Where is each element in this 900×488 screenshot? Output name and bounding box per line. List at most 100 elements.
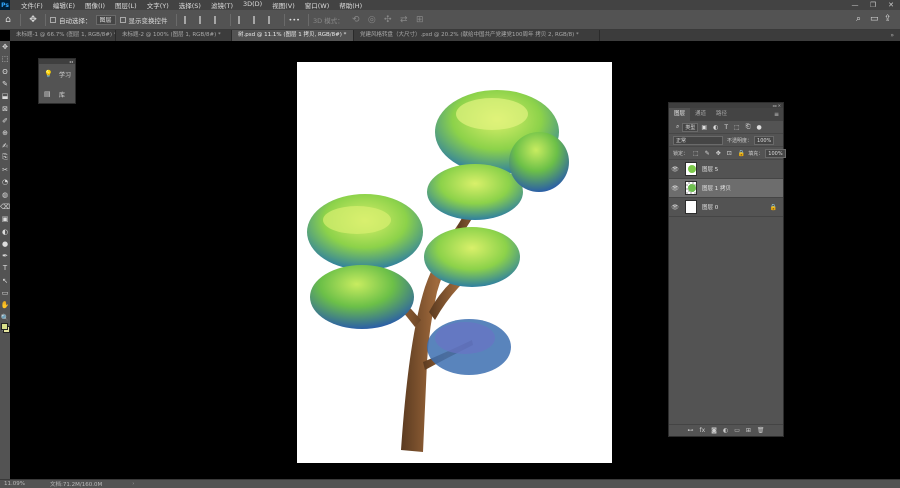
filter-toggle-icon[interactable]: ● [756,124,761,131]
move-tool-icon[interactable]: ✥ [25,15,41,25]
move-tool-icon[interactable]: ✥ [0,41,10,53]
align-center-icon[interactable] [198,15,208,24]
burn-tool-icon[interactable]: ◐ [0,225,10,237]
menu-item[interactable]: 窗口(W) [300,0,335,10]
3d-scale-icon[interactable]: ⊞ [412,15,428,25]
status-menu-icon[interactable]: › [132,481,134,487]
healing-tool-icon[interactable]: ⊕ [0,127,10,139]
marquee-tool-icon[interactable]: ⬚ [0,53,10,65]
menu-item[interactable]: 编辑(E) [48,0,80,10]
eraser-tool-icon[interactable]: ◔ [0,176,10,188]
filter-type-icon[interactable]: T [724,124,728,131]
workspace-icon[interactable]: ▭ [870,14,879,24]
more-options-button[interactable]: ••• [289,16,301,24]
opacity-input[interactable]: 100% [754,135,775,145]
3d-pan-icon[interactable]: ✣ [380,15,396,25]
eyedropper-tool-icon[interactable]: ✐ [0,115,10,127]
lock-icon[interactable]: 🔒 [770,204,777,211]
tab-untitled-1[interactable]: 未标题-1 @ 66.7% (图层 1, RGB/8#) * [10,30,116,41]
auto-select-dropdown[interactable]: 图层 [95,14,116,25]
type-tool-icon[interactable]: T [0,262,10,274]
tab-tree-psd[interactable]: 树.psd @ 11.1% (图层 1 拷贝, RGB/8#) * [232,30,354,41]
visibility-eye-icon[interactable]: 👁 [669,166,681,173]
lock-artboard-icon[interactable]: ⊡ [727,150,732,157]
panel-menu-icon[interactable]: ≡ [774,108,779,121]
show-transform-checkbox[interactable] [119,16,126,23]
filter-adjust-icon[interactable]: ◐ [713,124,718,131]
home-icon[interactable]: ⌂ [0,15,16,25]
tabs-overflow-icon[interactable]: » [890,30,894,41]
quick-select-tool-icon[interactable]: ✎ [0,78,10,90]
align-right-icon[interactable] [213,15,223,24]
align-bottom-icon[interactable] [267,15,277,24]
align-left-icon[interactable] [183,15,193,24]
gradient-tool-icon[interactable]: ◍ [0,189,10,201]
auto-select-checkbox[interactable] [50,16,56,23]
dodge-tool-icon[interactable]: ▣ [0,213,10,225]
tab-channels[interactable]: 通道 [690,108,711,121]
rectangle-tool-icon[interactable]: ▭ [0,287,10,299]
link-icon[interactable]: ⊷ [687,427,693,434]
tab-paths[interactable]: 路径 [711,108,732,121]
brush-tool-icon[interactable]: ✍ [0,139,10,151]
menu-item[interactable]: 文字(Y) [142,0,174,10]
fill-input[interactable]: 100% [765,148,786,158]
menu-item[interactable]: 图层(L) [110,0,142,10]
layer-row[interactable]: 👁 图层 5 [669,160,783,179]
tab-layers[interactable]: 图层 [669,108,691,121]
visibility-eye-icon[interactable]: 👁 [669,204,681,211]
sponge-tool-icon[interactable]: ● [0,238,10,250]
lock-pixels-icon[interactable]: ⬚ [693,150,699,157]
menu-item[interactable]: 图像(I) [80,0,110,10]
crop-tool-icon[interactable]: ⬓ [0,90,10,102]
lasso-tool-icon[interactable]: ʘ [0,66,10,78]
menu-item[interactable]: 3D(D) [238,0,267,10]
zoom-level[interactable]: 11.09% [0,481,40,487]
filter-smart-icon[interactable]: ⎗ [746,123,751,131]
layer-name[interactable]: 图层 5 [702,165,783,173]
document-canvas[interactable] [297,62,612,463]
lock-all-icon[interactable]: 🔒 [738,150,745,157]
align-top-icon[interactable] [237,15,247,24]
tab-untitled-2[interactable]: 未标题-2 @ 100% (图层 1, RGB/8#) * [116,30,232,41]
layer-name[interactable]: 图层 1 拷贝 [702,184,783,192]
learn-item[interactable]: 💡 学习 [39,64,75,84]
trash-icon[interactable]: 🗑 [757,427,765,434]
pen-tool-icon[interactable]: ✒ [0,250,10,262]
path-select-tool-icon[interactable]: ↖ [0,275,10,287]
layer-name[interactable]: 图层 0 [702,203,770,211]
close-button[interactable]: ✕ [882,0,900,10]
menu-item[interactable]: 帮助(H) [334,0,367,10]
filter-kind-dropdown[interactable]: 类型 [682,122,699,132]
menu-item[interactable]: 滤镜(T) [206,0,238,10]
zoom-tool-icon[interactable]: 🔍 [0,312,10,324]
layer-row[interactable]: 👁 图层 0 🔒 [669,198,783,217]
menu-item[interactable]: 选择(S) [174,0,206,10]
folder-icon[interactable]: ▭ [734,427,740,434]
stamp-tool-icon[interactable]: ⎘ [0,152,10,164]
mask-icon[interactable]: ◙ [711,427,717,434]
tab-party-wheel[interactable]: 党建风格转盘（大尺寸）.psd @ 20.2% (献给中国共产党建党100周年 … [354,30,600,41]
filter-shape-icon[interactable]: ⬚ [734,124,740,131]
visibility-eye-icon[interactable]: 👁 [669,185,681,192]
frame-tool-icon[interactable]: ⊠ [0,102,10,114]
align-middle-icon[interactable] [252,15,262,24]
library-item[interactable]: ▤ 库 [39,84,75,104]
adjustment-icon[interactable]: ◐ [723,427,728,434]
3d-rotate-icon[interactable]: ⟲ [348,15,364,25]
history-brush-tool-icon[interactable]: ✂ [0,164,10,176]
minimize-button[interactable]: — [846,0,864,10]
new-layer-icon[interactable]: ⊞ [746,427,751,434]
blur-tool-icon[interactable]: ⌫ [0,201,10,213]
blend-mode-dropdown[interactable]: 正常 [673,135,723,145]
fx-icon[interactable]: fx [699,427,705,434]
foreground-color-swatch[interactable] [1,323,8,330]
layer-row[interactable]: 👁 图层 1 拷贝 [669,179,783,198]
filter-pixel-icon[interactable]: ▣ [701,124,707,131]
hand-tool-icon[interactable]: ✋ [0,299,10,311]
share-icon[interactable]: ⇪ [884,14,892,24]
menu-item[interactable]: 视图(V) [267,0,300,10]
menu-item[interactable]: 文件(F) [16,0,48,10]
3d-slide-icon[interactable]: ⇄ [396,15,412,25]
lock-move-icon[interactable]: ✥ [716,150,721,157]
